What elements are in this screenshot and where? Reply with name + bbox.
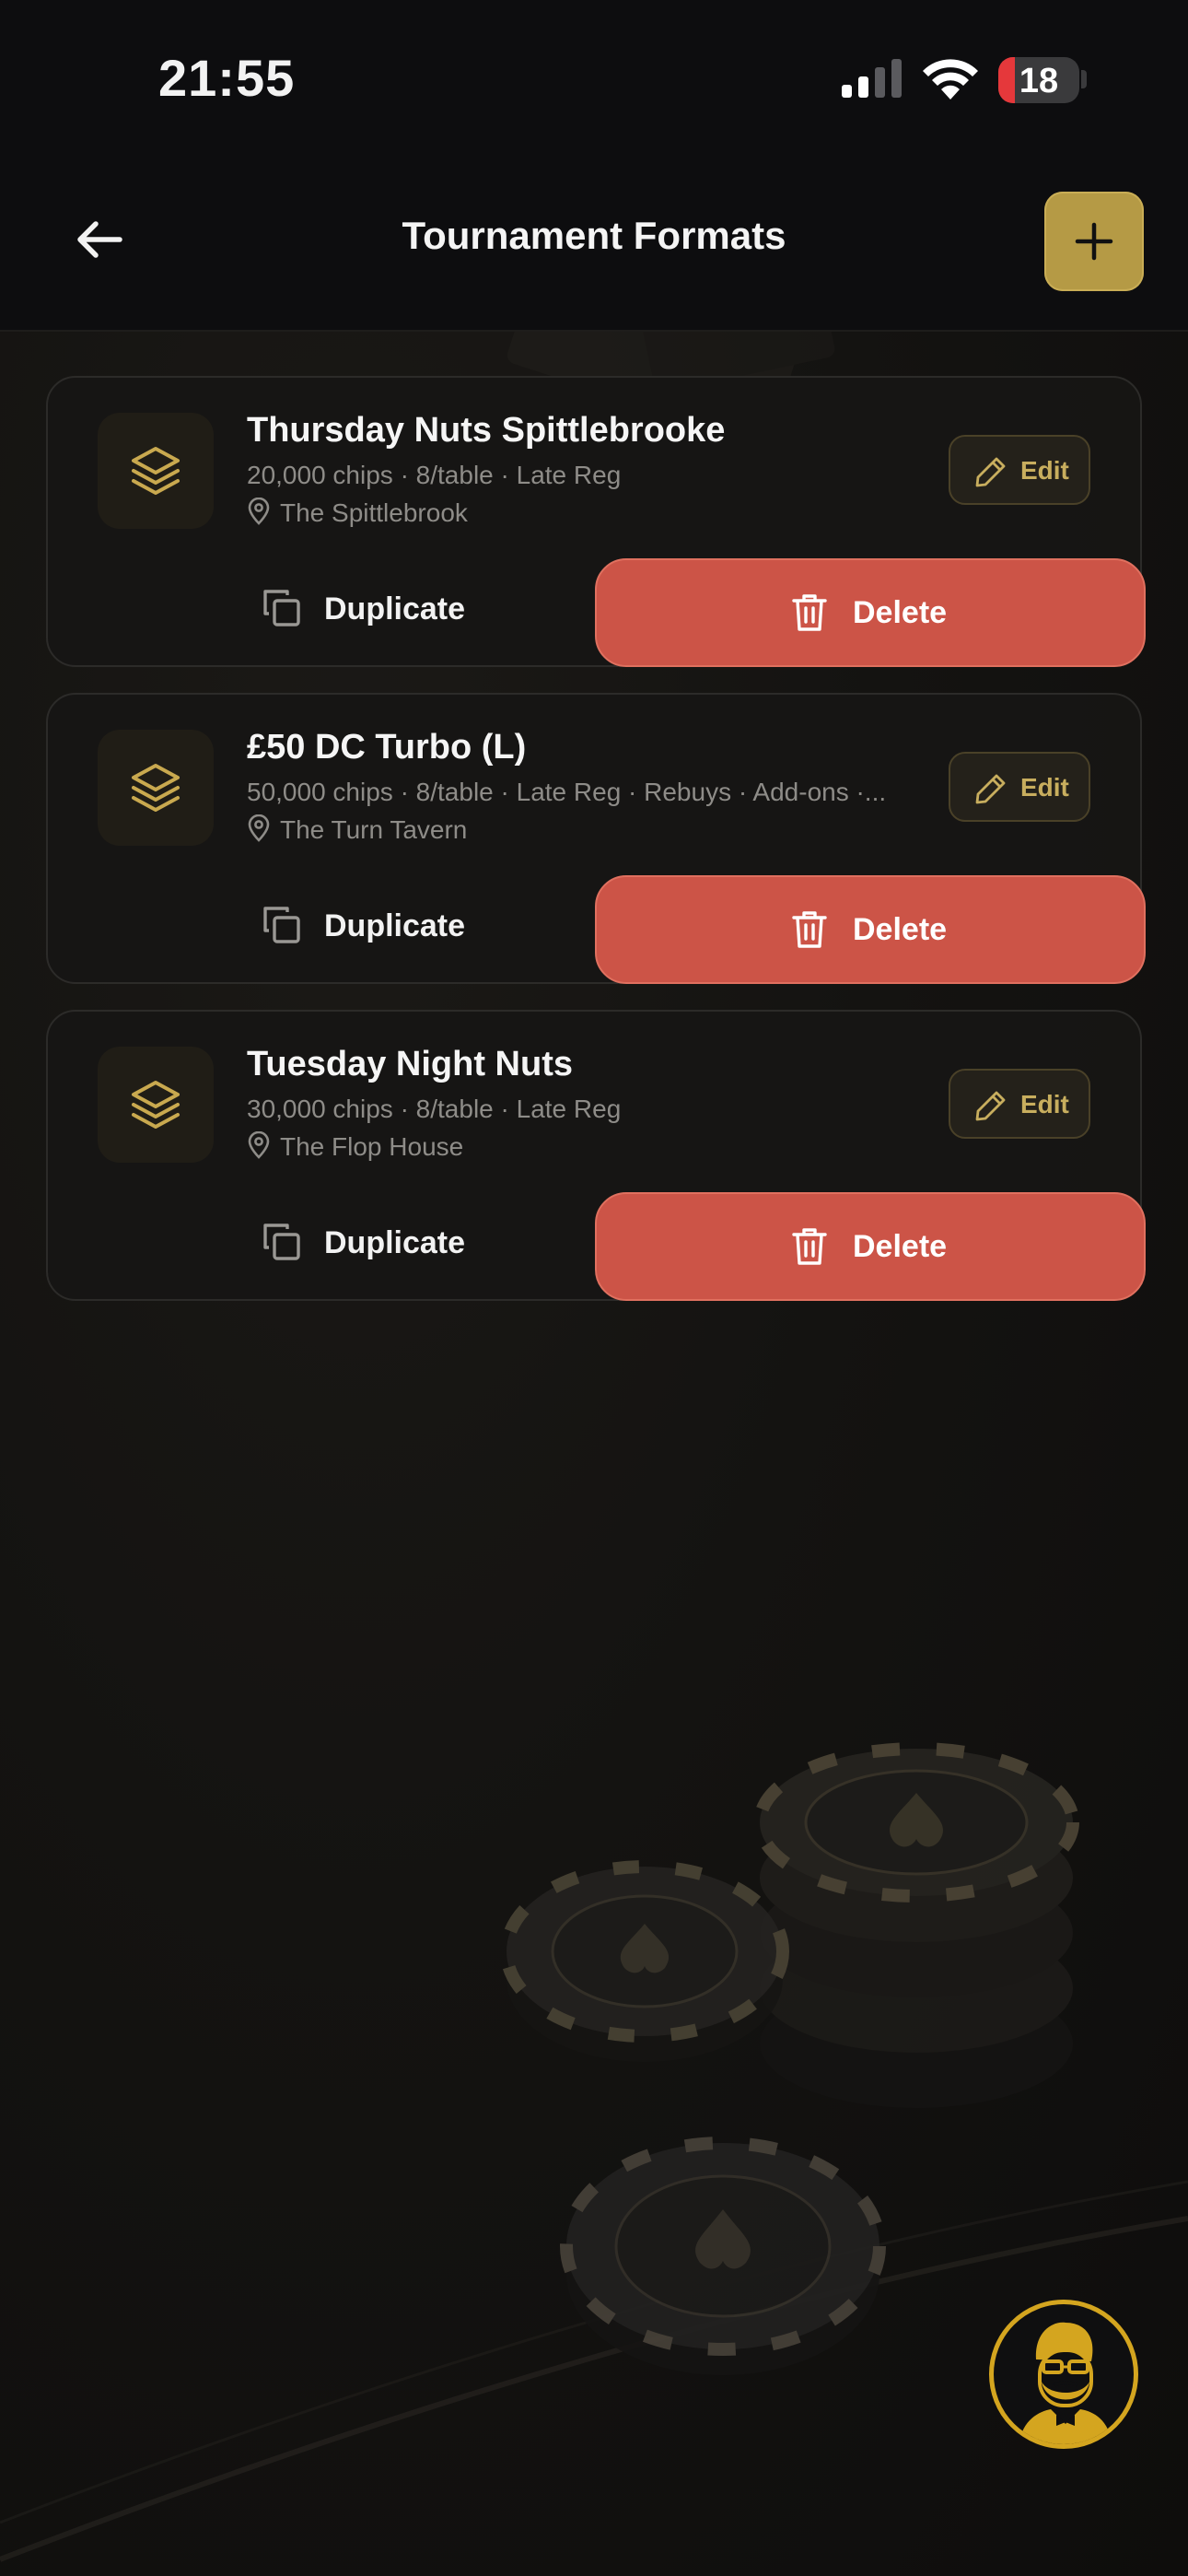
trash-icon [792,911,827,948]
nav-header: Tournament Formats [0,157,1188,332]
battery-tip [1081,70,1087,88]
dealer-avatar-button[interactable] [989,2300,1138,2449]
edit-button[interactable]: Edit [949,752,1090,822]
bearded-man-avatar-icon [1019,2322,1112,2444]
map-pin-icon [248,1130,270,1159]
format-details: 30,000 chips · 8/table · Late Reg [247,1095,622,1123]
edit-label: Edit [1020,1090,1069,1118]
plus-icon [1075,222,1113,261]
edit-button[interactable]: Edit [949,435,1090,505]
location-name: The Flop House [280,1132,464,1161]
cellular-signal-icon [842,59,902,98]
delete-label: Delete [853,1229,948,1264]
copy-icon [263,590,300,626]
trash-icon [792,594,827,631]
format-location: The Turn Tavern [247,814,467,845]
format-location: The Spittlebrook [247,497,468,528]
status-bar: 21:55 18 [0,0,1188,157]
pencil-icon [975,774,1006,804]
delete-label: Delete [853,595,948,630]
duplicate-label: Duplicate [324,1225,466,1260]
format-icon-tile [98,730,214,846]
copy-icon [263,1224,300,1260]
format-details: 20,000 chips · 8/table · Late Reg [247,461,622,489]
copy-icon [263,907,300,943]
edit-label: Edit [1020,456,1069,485]
duplicate-button[interactable]: Duplicate [214,907,465,969]
layers-icon [132,764,180,812]
duplicate-button[interactable]: Duplicate [214,590,465,652]
pencil-icon [975,1091,1006,1121]
delete-button[interactable]: Delete [595,558,1146,667]
location-name: The Spittlebrook [280,498,468,527]
layers-icon [132,1081,180,1129]
delete-button[interactable]: Delete [595,1192,1146,1301]
format-icon-tile [98,1047,214,1163]
format-icon-tile [98,413,214,529]
pencil-icon [975,457,1006,487]
format-title: Tuesday Night Nuts [247,1045,573,1083]
wifi-icon [923,59,978,100]
location-name: The Turn Tavern [280,815,468,844]
map-pin-icon [248,497,270,525]
battery-level: 18 [1019,62,1059,100]
format-card[interactable]: £50 DC Turbo (L) 50,000 chips · 8/table … [46,693,1146,984]
layers-icon [132,447,180,495]
format-card[interactable]: Tuesday Night Nuts 30,000 chips · 8/tabl… [46,1010,1146,1301]
format-title: £50 DC Turbo (L) [247,728,527,767]
add-format-button[interactable] [1044,192,1144,291]
page-title: Tournament Formats [402,214,786,257]
map-pin-icon [248,814,270,842]
duplicate-label: Duplicate [324,591,466,626]
duplicate-label: Duplicate [324,908,466,943]
format-location: The Flop House [247,1130,464,1162]
format-card[interactable]: Thursday Nuts Spittlebrooke 20,000 chips… [46,376,1146,667]
format-title: Thursday Nuts Spittlebrooke [247,411,726,450]
edit-label: Edit [1020,773,1069,802]
status-time: 21:55 [158,49,296,107]
duplicate-button[interactable]: Duplicate [214,1224,465,1286]
edit-button[interactable]: Edit [949,1069,1090,1139]
delete-label: Delete [853,912,948,947]
delete-button[interactable]: Delete [595,875,1146,984]
battery-icon: 18 [998,57,1079,103]
format-details: 50,000 chips · 8/table · Late Reg · Rebu… [247,778,887,806]
trash-icon [792,1228,827,1265]
